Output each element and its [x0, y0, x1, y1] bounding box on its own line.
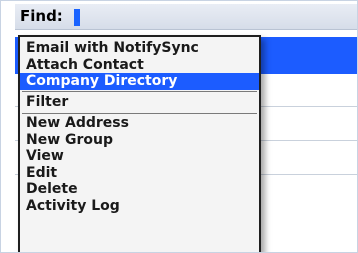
menu-item-view[interactable]: View	[20, 148, 259, 165]
menu-item-company-directory[interactable]: Company Directory	[20, 73, 259, 90]
find-label: Find:	[20, 7, 63, 25]
menu-item-new-address[interactable]: New Address	[20, 115, 259, 132]
menu-item-filter[interactable]: Filter	[20, 94, 259, 111]
menu-item-edit[interactable]: Edit	[20, 165, 259, 182]
menu-item-delete[interactable]: Delete	[20, 181, 259, 198]
menu-item-email-with-notifysync[interactable]: Email with NotifySync	[20, 40, 259, 57]
menu-item-new-group[interactable]: New Group	[20, 132, 259, 149]
find-input-cursor[interactable]	[74, 9, 80, 26]
contacts-screen: Find: Email with NotifySync Attach Conta…	[0, 0, 358, 253]
menu-item-activity-log[interactable]: Activity Log	[20, 198, 259, 215]
find-bar[interactable]: Find:	[15, 4, 357, 30]
menu-item-attach-contact[interactable]: Attach Contact	[20, 57, 259, 74]
context-menu: Email with NotifySync Attach Contact Com…	[18, 35, 261, 252]
menu-separator	[22, 110, 257, 114]
